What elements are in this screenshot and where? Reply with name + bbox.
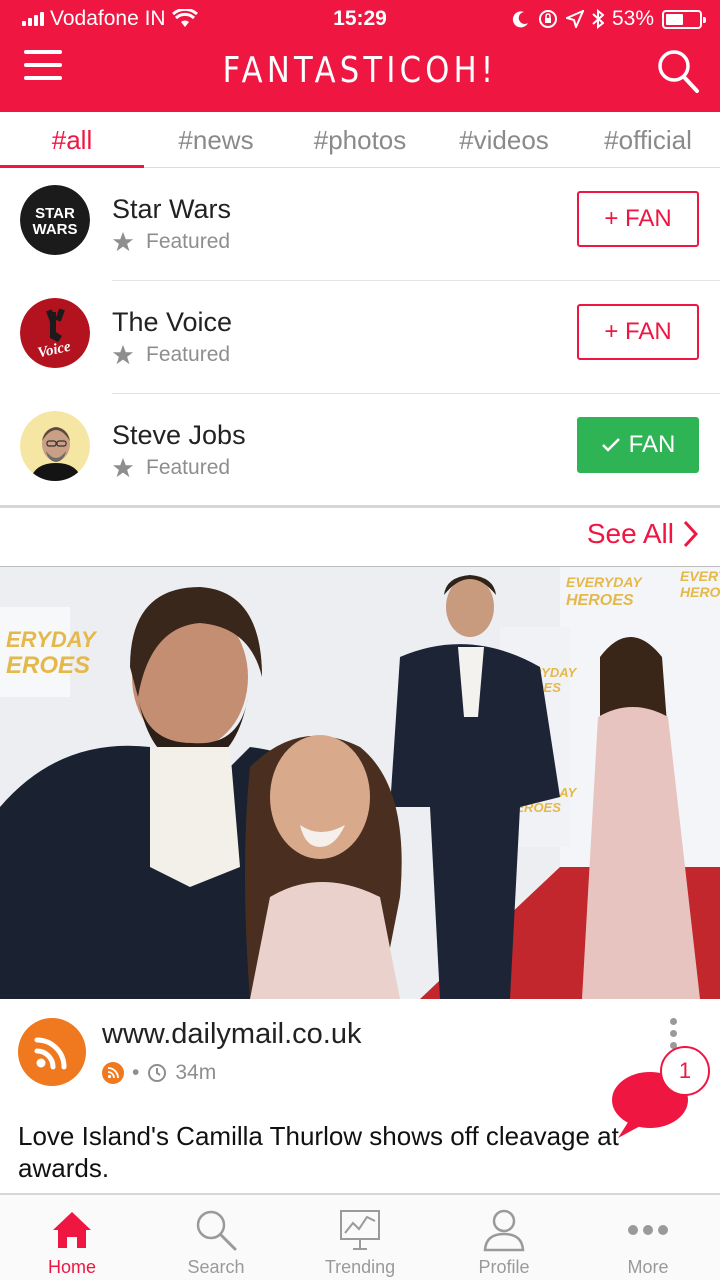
article-time: 34m [175, 1061, 217, 1084]
header-search-button[interactable] [656, 48, 700, 94]
separator-dot: • [132, 1061, 140, 1084]
moon-icon [512, 11, 528, 28]
notification-badge: 1 [660, 1046, 710, 1096]
featured-name: Steve Jobs [112, 420, 246, 450]
see-all-label: See All [586, 518, 674, 549]
nav-search[interactable]: Search [144, 1195, 288, 1280]
featured-item-star-wars[interactable]: STAR WARS Star Wars Featured + FAN [0, 168, 720, 281]
bottom-navigation: Home Search Trending Profile More [0, 1193, 720, 1280]
featured-tag-label: Featured [146, 230, 231, 253]
status-right: 53% [512, 7, 706, 31]
tab-videos[interactable]: #videos [432, 112, 576, 167]
battery-level [666, 13, 683, 25]
profile-icon [483, 1209, 525, 1252]
tab-all[interactable]: #all [0, 112, 144, 168]
fan-button-label: + FAN [604, 318, 672, 345]
nav-profile-label: Profile [478, 1257, 530, 1277]
app-logo: FANTASTICOH! [222, 50, 498, 91]
star-icon [112, 231, 134, 252]
featured-item-the-voice[interactable]: Voice The Voice Featured + FAN [0, 281, 720, 394]
featured-item-steve-jobs[interactable]: Steve Jobs Featured FAN [0, 394, 720, 507]
location-icon [565, 10, 584, 28]
svg-text:EVERYDAY: EVERYDAY [566, 574, 643, 590]
article-image[interactable]: ERYDAY EROES EVERYDAY HEROES EVERY HERO … [0, 567, 720, 999]
chevron-right-icon [683, 520, 698, 548]
star-icon [112, 344, 134, 365]
rss-icon [34, 1037, 67, 1070]
nav-more-label: More [627, 1257, 669, 1277]
search-icon [196, 1210, 237, 1251]
bluetooth-icon [592, 9, 604, 29]
nav-trending[interactable]: Trending [288, 1195, 432, 1280]
featured-tag: Featured [112, 230, 230, 254]
featured-name: Star Wars [112, 194, 232, 224]
nav-profile[interactable]: Profile [432, 1195, 576, 1280]
avatar: STAR WARS [20, 185, 90, 255]
nav-search-label: Search [187, 1257, 245, 1277]
avatar: Voice [20, 298, 90, 368]
search-icon [658, 50, 699, 93]
svg-text:STAR: STAR [35, 205, 75, 222]
category-tabs: #all #news #photos #videos #official [0, 112, 720, 168]
app-header: Vodafone IN 15:29 53% FANTASTICOH! [0, 0, 720, 112]
fan-button-label: FAN [628, 431, 676, 458]
featured-tag-label: Featured [146, 343, 231, 366]
tab-photos[interactable]: #photos [288, 112, 432, 167]
article-meta: • 34m [102, 1061, 216, 1085]
svg-text:HERO: HERO [680, 584, 720, 600]
source-logo[interactable] [18, 1018, 86, 1086]
svg-text:WARS: WARS [33, 221, 78, 238]
nav-home-label: Home [47, 1257, 96, 1277]
nav-more[interactable]: More [576, 1195, 720, 1280]
section-divider [0, 505, 720, 508]
fan-button[interactable]: + FAN [577, 191, 699, 247]
kebab-icon [669, 1018, 677, 1025]
nav-trending-label: Trending [324, 1257, 396, 1277]
status-bar: Vodafone IN 15:29 53% [0, 0, 720, 38]
nav-home[interactable]: Home [0, 1195, 144, 1280]
fan-button-label: + FAN [604, 205, 672, 232]
battery-icon [662, 9, 706, 29]
svg-text:EVERY: EVERY [680, 568, 720, 584]
tab-official[interactable]: #official [576, 112, 720, 167]
article-headline[interactable]: Love Island's Camilla Thurlow shows off … [18, 1120, 698, 1184]
source-name[interactable]: www.dailymail.co.uk [102, 1018, 361, 1051]
featured-tag: Featured [112, 343, 230, 367]
svg-text:ERYDAY: ERYDAY [6, 627, 98, 652]
more-icon [628, 1225, 668, 1235]
tab-news[interactable]: #news [144, 112, 288, 167]
fan-button[interactable]: + FAN [577, 304, 699, 360]
featured-tag-label: Featured [146, 456, 231, 479]
rss-icon [102, 1062, 124, 1084]
rotation-lock-icon [538, 10, 557, 28]
check-icon [601, 438, 620, 452]
trending-icon [340, 1210, 380, 1250]
avatar [20, 411, 90, 481]
see-all-link[interactable]: See All [587, 518, 698, 550]
star-icon [112, 457, 134, 478]
featured-name: The Voice [112, 307, 233, 337]
svg-text:HEROES: HEROES [566, 592, 634, 609]
clock-icon [148, 1064, 167, 1082]
fan-button-active[interactable]: FAN [577, 417, 699, 473]
featured-tag: Featured [112, 456, 230, 480]
home-icon [53, 1212, 91, 1248]
battery-percent: 53% [611, 7, 654, 30]
svg-text:EROES: EROES [6, 652, 90, 679]
